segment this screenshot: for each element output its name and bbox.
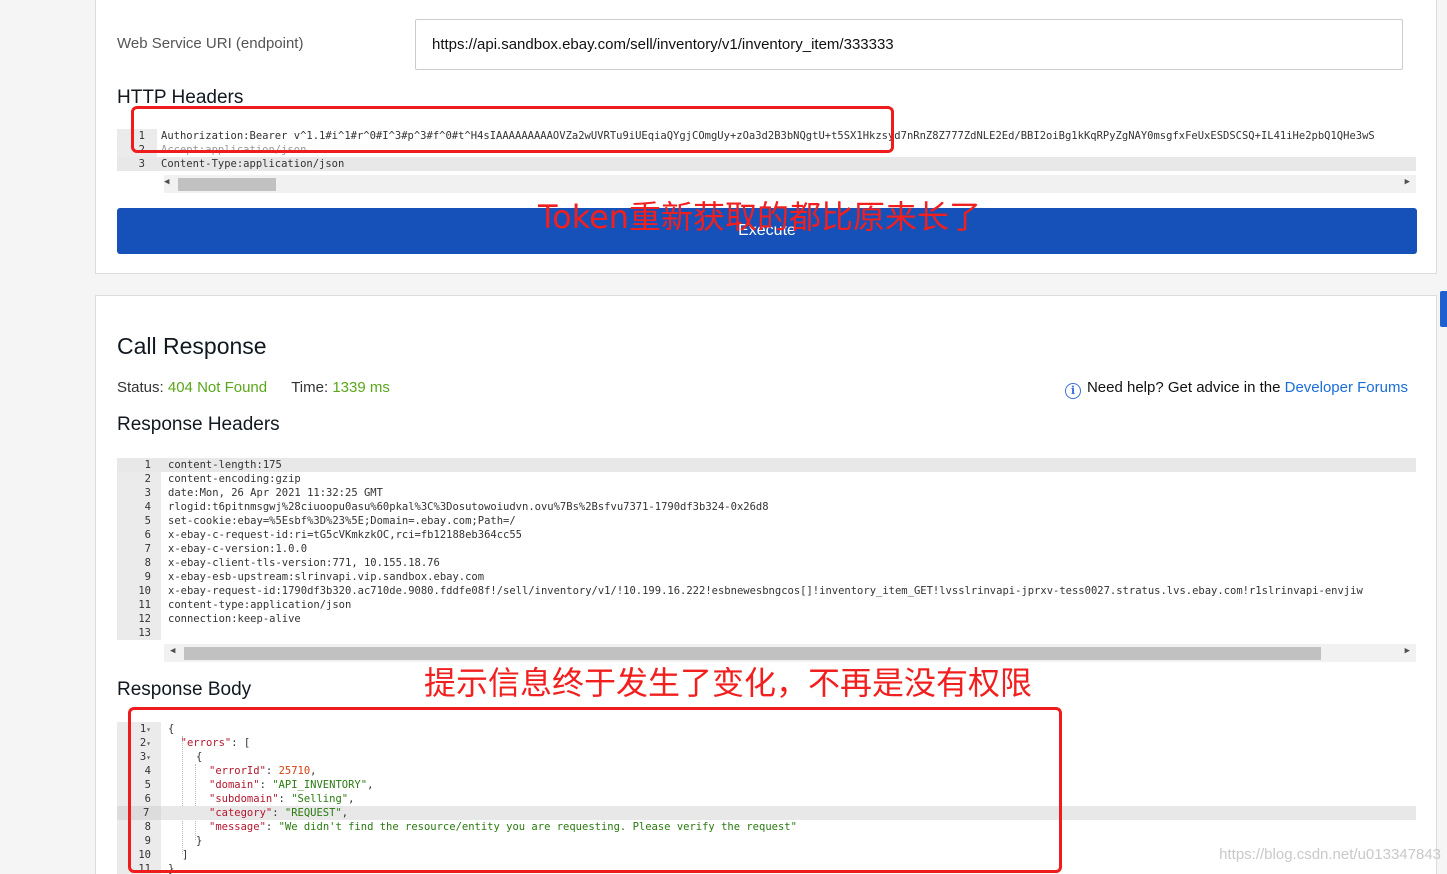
json-value: "We didn't find the resource/entity you …: [278, 821, 797, 833]
json-line: {: [168, 723, 175, 735]
header-line: 6 x-ebay-c-request-id:ri=tG5cVKmkzkOC,rci…: [144, 529, 523, 541]
http-headers-editor[interactable]: 1 Authorization:Bearer v^1.1#i^1#r^0#I^3#…: [117, 129, 1416, 195]
header-line: 1 Authorization:Bearer v^1.1#i^1#r^0#I^3#…: [138, 130, 1375, 142]
call-response-title: Call Response: [117, 333, 267, 359]
page-scroll-indicator[interactable]: [1440, 291, 1447, 327]
header-line: 9 x-ebay-esb-upstream:slrinvapi.vip.sandb…: [144, 571, 485, 583]
scroll-right-arrow-icon[interactable]: ▶: [1405, 646, 1410, 656]
status-value: 404 Not Found: [167, 379, 268, 396]
horizontal-scrollbar[interactable]: ◀ ▶: [164, 175, 1416, 193]
scroll-left-arrow-icon[interactable]: ◀: [164, 177, 169, 187]
uri-input[interactable]: https://api.sandbox.ebay.com/sell/invent…: [415, 19, 1403, 70]
header-line: 2 Accept:application/json: [138, 144, 307, 156]
json-value: "Selling": [291, 793, 349, 805]
header-line: 4 rlogid:t6pitnmsgwj%28ciuoopu0asu%60pkal…: [144, 501, 769, 513]
json-line: ]: [182, 849, 189, 861]
json-key: "message": [209, 821, 266, 833]
header-line: 3 date:Mon, 26 Apr 2021 11:32:25 GMT: [144, 487, 383, 499]
time-label: Time:: [291, 379, 329, 396]
header-line: 7 x-ebay-c-version:1.0.0: [144, 543, 308, 555]
uri-label: Web Service URI (endpoint): [117, 35, 304, 52]
header-line: 12 connection:keep-alive: [138, 613, 301, 625]
json-value: "API_INVENTORY": [272, 779, 368, 791]
header-line: 3 Content-Type:application/json: [117, 157, 1416, 171]
json-key: "domain": [209, 779, 260, 791]
message-annotation: 提示信息终于发生了变化，不再是没有权限: [424, 664, 1033, 702]
json-value: "REQUEST": [284, 807, 342, 819]
header-line: 13: [138, 627, 151, 639]
response-headers-title: Response Headers: [117, 414, 280, 435]
response-panel: Call Response Status: 404 Not Found Time…: [95, 295, 1437, 874]
json-line: }: [196, 835, 203, 847]
info-icon: i: [1064, 383, 1081, 399]
json-line: {: [196, 751, 203, 763]
header-line: 1 content-length:175: [117, 458, 1416, 472]
json-key: "subdomain": [209, 793, 279, 805]
time-value: 1339 ms: [332, 379, 390, 396]
header-line: 8 x-ebay-client-tls-version:771, 10.155.1…: [144, 557, 440, 569]
json-key: "errorId": [209, 765, 266, 777]
json-key: "category": [209, 807, 273, 819]
response-headers-editor[interactable]: 1 content-length:175 2 content-encoding:gzi…: [117, 458, 1416, 662]
header-line: 5 set-cookie:ebay=%5Esbf%3D%23%5E;Domain=…: [144, 515, 516, 527]
watermark: https://blog.csdn.net/u013347843: [1219, 846, 1441, 863]
header-line: 10 x-ebay-request-id:1790df3b320.ac710de.…: [138, 585, 1363, 597]
json-line: }: [168, 863, 175, 874]
scrollbar-thumb[interactable]: [178, 178, 276, 191]
header-line: 11 content-type:application/json: [138, 599, 352, 611]
status-row: Status: 404 Not Found Time: 1339 ms: [117, 379, 390, 396]
scroll-right-arrow-icon[interactable]: ▶: [1405, 177, 1410, 187]
token-annotation: Token重新获取的都比原来长了: [538, 198, 982, 236]
json-value: 25710: [278, 765, 311, 777]
scroll-left-arrow-icon[interactable]: ◀: [170, 646, 175, 656]
http-headers-title: HTTP Headers: [117, 87, 244, 108]
response-body-title: Response Body: [117, 679, 252, 700]
developer-forums-link[interactable]: Developer Forums: [1285, 379, 1408, 396]
status-label: Status:: [117, 379, 164, 396]
help-text: i Need help? Get advice in the Developer …: [1064, 379, 1408, 399]
header-line: 2 content-encoding:gzip: [144, 473, 301, 485]
json-key: "errors": [180, 737, 232, 749]
